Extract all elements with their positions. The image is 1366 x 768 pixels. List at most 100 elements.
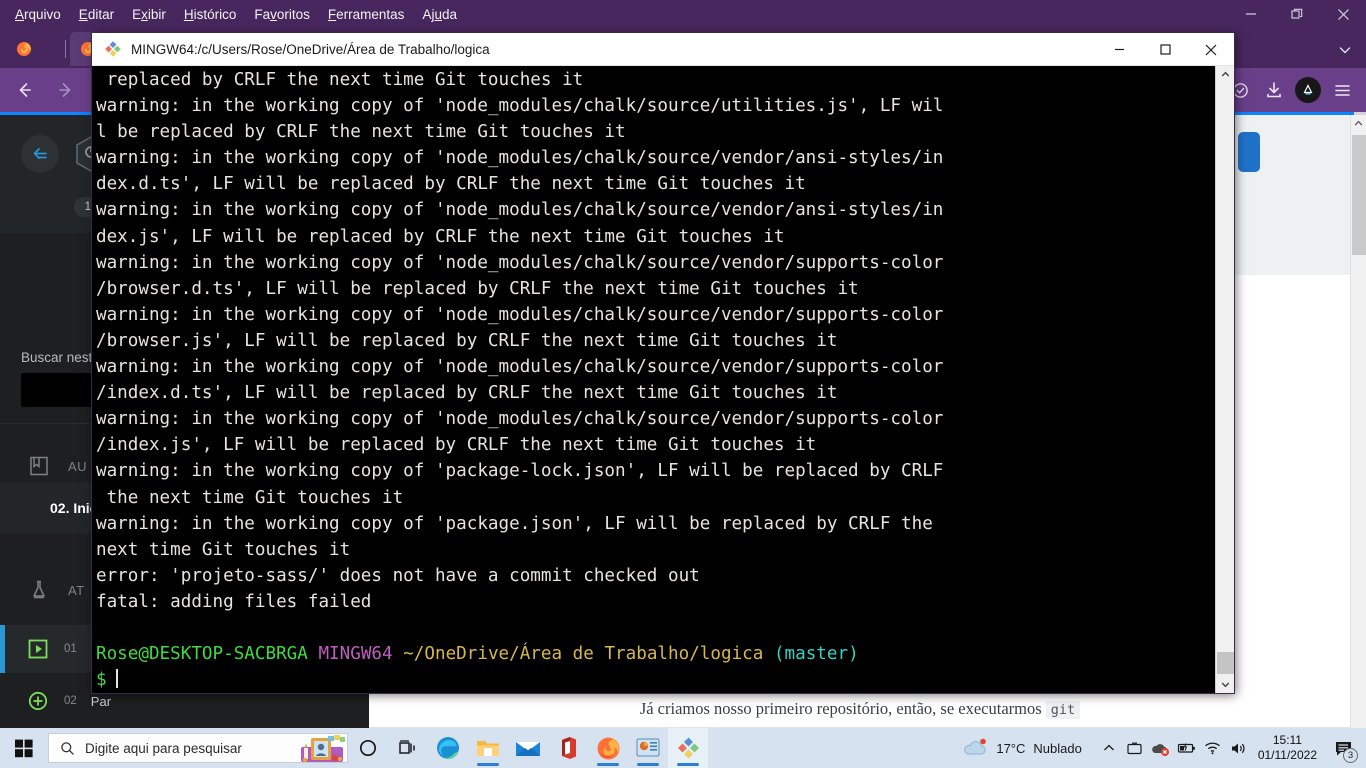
git-bash-icon: [677, 737, 699, 758]
git-bash-icon: [105, 41, 121, 57]
taskbar-file-explorer[interactable]: [468, 728, 508, 768]
chevron-down-icon: [1339, 47, 1351, 54]
app-menu-button[interactable]: [1326, 74, 1358, 106]
menu-ferramentas[interactable]: Ferramentas: [319, 3, 414, 26]
forward-arrow-icon: [59, 83, 71, 97]
terminal-scrollbar[interactable]: [1215, 66, 1234, 693]
terminal-line: warning: in the working copy of 'node_mo…: [96, 148, 944, 169]
terminal-line: warning: in the working copy of 'node_mo…: [96, 304, 944, 325]
list-all-tabs-button[interactable]: [1332, 37, 1358, 63]
page-scroll-thumb[interactable]: [1352, 135, 1366, 255]
collapse-sidebar-button[interactable]: [21, 135, 59, 173]
terminal-body[interactable]: replaced by CRLF the next time Git touch…: [92, 66, 1234, 693]
account-button[interactable]: [1292, 74, 1324, 106]
taskbar-office[interactable]: [548, 728, 588, 768]
menu-arquivo[interactable]: Arquivo: [6, 3, 70, 26]
windows-taskbar: Digite aqui para pesquisar 17°C Nublado …: [0, 728, 1366, 768]
firefox-restore-button[interactable]: [1274, 0, 1320, 28]
search-label: Buscar nest: [21, 350, 93, 365]
lesson-paragraph: Já criamos nosso primeiro repositório, e…: [369, 699, 1351, 719]
sidebar-section-aulas[interactable]: AU: [0, 451, 87, 481]
terminal-line: error: 'projeto-sass/' does not have a c…: [96, 565, 700, 586]
prompt-path: ~/OneDrive/Área de Trabalho/logica: [403, 644, 764, 665]
taskbar-clock[interactable]: 15:11 01/11/2022: [1258, 733, 1317, 763]
chevron-down-icon: [1221, 682, 1229, 688]
battery-icon[interactable]: [1174, 728, 1200, 768]
firefox-window-controls: [1228, 0, 1366, 28]
prompt-shell: MINGW64: [318, 644, 393, 665]
back-arrow-icon: [19, 83, 31, 97]
terminal-input-line[interactable]: $: [96, 667, 1215, 693]
terminal-close-button[interactable]: [1188, 33, 1234, 66]
powerpoint-icon: [636, 738, 660, 757]
taskbar-firefox[interactable]: [588, 728, 628, 768]
taskbar-powerpoint[interactable]: [628, 728, 668, 768]
firefox-minimize-button[interactable]: [1228, 0, 1274, 28]
office-icon: [562, 737, 576, 759]
search-placeholder: Digite aqui para pesquisar: [85, 740, 242, 756]
volume-icon[interactable]: [1226, 728, 1252, 768]
menu-exibir[interactable]: Exibir: [123, 3, 175, 26]
onedrive-error-icon[interactable]: [1148, 728, 1174, 768]
terminal-line: dex.js', LF will be replaced by CRLF the…: [96, 226, 785, 247]
chevron-up-icon: [1103, 744, 1114, 751]
back-button[interactable]: [6, 74, 42, 106]
browser-tab-1[interactable]: [6, 32, 64, 66]
terminal-scroll-down-arrow[interactable]: [1216, 676, 1234, 693]
edge-icon: [437, 737, 459, 759]
lesson-label: Par: [90, 693, 112, 709]
taskbar-cortana[interactable]: [348, 728, 388, 768]
flask-icon: [24, 575, 54, 605]
taskbar-git-bash[interactable]: [668, 728, 708, 768]
desktop-screen: Arquivo Editar Exibir Histórico Favorito…: [0, 0, 1366, 768]
clock-time: 15:11: [1272, 733, 1302, 747]
wifi-icon[interactable]: [1200, 728, 1226, 768]
sidebar-section-atividades[interactable]: AT: [0, 575, 84, 605]
forward-button[interactable]: [48, 74, 84, 106]
terminal-line: /browser.js', LF will be replaced by CRL…: [96, 330, 838, 351]
menu-historico[interactable]: Histórico: [175, 3, 246, 26]
terminal-line: next time Git touches it: [96, 539, 351, 560]
taskbar-task-view[interactable]: [388, 728, 428, 768]
menu-editar[interactable]: Editar: [70, 3, 123, 26]
page-scrollbar[interactable]: [1350, 115, 1366, 728]
notifications-button[interactable]: 3: [1326, 728, 1360, 768]
taskbar-search[interactable]: Digite aqui para pesquisar: [48, 733, 348, 763]
screen-cast-icon[interactable]: [1122, 728, 1148, 768]
lesson-number: 01: [64, 643, 77, 655]
firefox-close-button[interactable]: [1320, 0, 1366, 28]
firefox-menu-bar: Arquivo Editar Exibir Histórico Favorito…: [0, 0, 1366, 28]
terminal-line: warning: in the working copy of 'node_mo…: [96, 96, 944, 117]
terminal-line: warning: in the working copy of 'node_mo…: [96, 409, 944, 430]
taskbar-mail[interactable]: [508, 728, 548, 768]
terminal-prompt-line: Rose@DESKTOP-SACBRGA MINGW64 ~/OneDrive/…: [96, 641, 1215, 667]
hamburger-menu-icon: [1334, 84, 1350, 96]
start-button[interactable]: [0, 728, 48, 768]
terminal-output[interactable]: replaced by CRLF the next time Git touch…: [92, 66, 1215, 693]
terminal-scroll-thumb[interactable]: [1217, 652, 1234, 674]
menu-ajuda[interactable]: Ajuda: [413, 3, 466, 26]
taskbar-edge[interactable]: [428, 728, 468, 768]
notification-count: 3: [1343, 748, 1358, 763]
terminal-line: warning: in the working copy of 'package…: [96, 513, 933, 534]
terminal-maximize-button[interactable]: [1142, 33, 1188, 66]
mail-icon: [516, 742, 540, 756]
hero-action-button[interactable]: [1238, 132, 1260, 172]
menu-favoritos[interactable]: Favoritos: [245, 3, 319, 26]
weather-temp: 17°C: [996, 740, 1026, 756]
terminal-line: warning: in the working copy of 'package…: [96, 461, 944, 482]
terminal-line: replaced by CRLF the next time Git touch…: [96, 70, 584, 90]
terminal-line: l be replaced by CRLF the next time Git …: [96, 122, 626, 143]
downloads-button[interactable]: [1258, 74, 1290, 106]
terminal-line: dex.d.ts', LF will be replaced by CRLF t…: [96, 174, 806, 195]
show-hidden-icons-button[interactable]: [1096, 728, 1122, 768]
terminal-line: warning: in the working copy of 'node_mo…: [96, 252, 944, 273]
terminal-scroll-up-arrow[interactable]: [1216, 66, 1234, 83]
terminal-title-bar[interactable]: MINGW64:/c/Users/Rose/OneDrive/Área de T…: [92, 33, 1234, 66]
weather-widget[interactable]: 17°C Nublado: [962, 738, 1082, 758]
sidebar-section-label: AU: [68, 458, 87, 474]
cloud-icon: [964, 738, 987, 755]
terminal-minimize-button[interactable]: [1096, 33, 1142, 66]
scroll-up-arrow[interactable]: [1351, 115, 1366, 131]
